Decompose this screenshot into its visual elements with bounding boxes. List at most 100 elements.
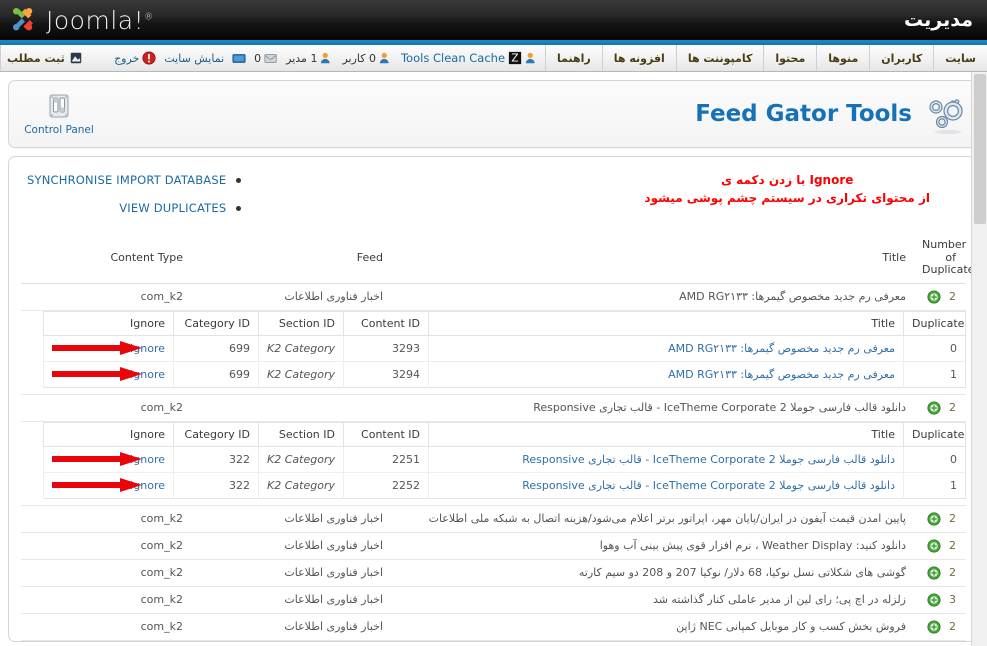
ignore-link[interactable]: Ignore <box>130 342 165 355</box>
cell-duplicate-count: 2 <box>914 613 966 641</box>
cell-section-id: K2 Category <box>258 361 344 388</box>
cell-section-id: K2 Category <box>258 335 344 362</box>
cell-title: دانلود کنید: Weather Display ، نرم افزار… <box>391 532 914 560</box>
svg-text:Z: Z <box>511 53 518 65</box>
duplicate-count-value: 3 <box>949 593 956 607</box>
user-orange-icon <box>379 52 389 64</box>
page-scrollbar[interactable] <box>971 72 987 646</box>
cell-feed: اخبار فناوری اطلاعات <box>191 283 391 311</box>
ignore-notice-line1: Ignore با زدن دکمه ی <box>644 171 930 189</box>
expand-plus-icon[interactable] <box>927 593 941 607</box>
cell-ignore[interactable]: Ignore <box>43 472 174 499</box>
cell-detail-title[interactable]: دانلود قالب فارسی جوملا IceTheme Corpora… <box>428 472 904 499</box>
detail-title-link[interactable]: معرفی رم جدید مخصوص گیمرها: AMD RG۲۱۳۳ <box>668 368 895 381</box>
th-duplicate: Duplicate <box>903 311 966 336</box>
menu-item-site[interactable]: سایت <box>933 45 987 71</box>
expand-plus-icon[interactable] <box>927 512 941 526</box>
ignore-link[interactable]: Ignore <box>130 479 165 492</box>
users-count-item: 0 کاربر <box>340 51 395 65</box>
th-section-id: Section ID <box>258 311 344 336</box>
expand-plus-icon[interactable] <box>927 620 941 634</box>
cell-detail-title[interactable]: معرفی رم جدید مخصوص گیمرها: AMD RG۲۱۳۳ <box>428 361 904 388</box>
cell-content-id: 3294 <box>343 361 429 388</box>
synchronise-import-database-link[interactable]: SYNCHRONISE IMPORT DATABASE <box>27 171 241 199</box>
menu-item-extensions[interactable]: افزونه ها <box>601 45 676 71</box>
detail-row: Ignore 699 K2 Category 3293 معرفی رم جدی… <box>43 335 966 362</box>
table-row: com_k2 اخبار فناوری اطلاعات فروش بخش کسب و… <box>21 613 966 641</box>
cell-ignore[interactable]: Ignore <box>43 446 174 473</box>
messages-count-label: 0 <box>254 51 262 65</box>
messages-item[interactable]: 0 <box>252 51 280 65</box>
control-panel-button[interactable]: Control Panel <box>21 93 97 136</box>
view-duplicates-link[interactable]: VIEW DUPLICATES <box>27 199 241 227</box>
scrollbar-thumb[interactable] <box>974 74 986 224</box>
detail-row: Ignore 322 K2 Category 2251 دانلود قالب … <box>43 446 966 473</box>
duplicate-count-value: 2 <box>949 512 956 526</box>
detail-title-link[interactable]: معرفی رم جدید مخصوص گیمرها: AMD RG۲۱۳۳ <box>668 342 895 355</box>
cell-feed <box>191 394 391 422</box>
preview-site-label[interactable]: نمایش سایت <box>164 52 224 65</box>
cell-duplicate-index: 1 <box>903 472 966 499</box>
cell-detail-title[interactable]: دانلود قالب فارسی جوملا IceTheme Corpora… <box>428 446 904 473</box>
preview-site-item[interactable]: نمایش سایت <box>162 52 226 65</box>
post-article-button[interactable]: ثبت مطلب <box>0 45 91 71</box>
tools-clean-cache-item[interactable]: Z Tools Clean Cache <box>399 51 541 65</box>
page-body: Control Panel Feed Gator Tools SYNCHRONI… <box>0 72 987 646</box>
table-row: com_k2 اخبار فناوری اطلاعات گوشی های شکلات… <box>21 559 966 587</box>
th-detail-title: Title <box>428 422 904 447</box>
ignore-link[interactable]: Ignore <box>130 453 165 466</box>
cell-detail-title[interactable]: معرفی رم جدید مخصوص گیمرها: AMD RG۲۱۳۳ <box>428 335 904 362</box>
logout-label[interactable]: خروج <box>114 52 139 65</box>
post-article-label[interactable]: ثبت مطلب <box>7 52 65 65</box>
expand-plus-icon[interactable] <box>927 401 941 415</box>
cell-ignore[interactable]: Ignore <box>43 335 174 362</box>
menu-item-menus[interactable]: منوها <box>816 45 869 71</box>
notice-row: SYNCHRONISE IMPORT DATABASE VIEW DUPLICA… <box>21 167 966 233</box>
detail-title-link[interactable]: دانلود قالب فارسی جوملا IceTheme Corpora… <box>522 453 895 466</box>
menu-item-help[interactable]: راهنما <box>545 45 602 71</box>
cell-duplicate-count: 2 <box>914 394 966 422</box>
expand-plus-icon[interactable] <box>927 290 941 304</box>
detail-table: Ignore Category ID Section ID Content ID… <box>43 310 966 388</box>
expand-plus-icon[interactable] <box>927 539 941 553</box>
control-panel-label[interactable]: Control Panel <box>24 124 94 136</box>
th-dup-line2: Duplicates <box>922 263 979 277</box>
tools-clean-cache-label[interactable]: Tools Clean Cache <box>401 51 505 65</box>
page-title-wrap: Feed Gator Tools <box>695 91 968 137</box>
cell-duplicate-index: 0 <box>903 335 966 362</box>
table-row: com_k2 اخبار فناوری اطلاعات دانلود کنید: W… <box>21 532 966 560</box>
th-number-of-duplicates: Number of Duplicates <box>914 233 979 284</box>
content-panel: SYNCHRONISE IMPORT DATABASE VIEW DUPLICA… <box>8 156 979 642</box>
detail-row-container: Ignore Category ID Section ID Content ID… <box>21 310 966 395</box>
menu-item-components[interactable]: کامپوننت ها <box>675 45 764 71</box>
cell-content-type: com_k2 <box>21 394 191 422</box>
ignore-link[interactable]: Ignore <box>130 368 165 381</box>
cell-content-id: 2252 <box>343 472 429 499</box>
th-duplicate: Duplicate <box>903 422 966 447</box>
cell-duplicate-index: 0 <box>903 446 966 473</box>
logout-item[interactable]: خروج <box>112 51 158 65</box>
th-dup-line1: Number of <box>922 238 967 264</box>
detail-row: Ignore 699 K2 Category 3294 معرفی رم جدی… <box>43 361 966 388</box>
th-title: Title <box>391 233 914 284</box>
menu-item-users[interactable]: کاربران <box>869 45 933 71</box>
cell-ignore[interactable]: Ignore <box>43 361 174 388</box>
detail-title-link[interactable]: دانلود قالب فارسی جوملا IceTheme Corpora… <box>522 479 895 492</box>
cell-duplicate-count: 2 <box>914 505 966 533</box>
th-ignore: Ignore <box>43 422 174 447</box>
cell-feed: اخبار فناوری اطلاعات <box>191 505 391 533</box>
actions-list: SYNCHRONISE IMPORT DATABASE VIEW DUPLICA… <box>27 171 249 227</box>
cell-title: گوشی های شکلاتی نسل نوکیا، 68 دلار/ نوکی… <box>391 559 914 587</box>
envelope-item[interactable] <box>230 51 248 65</box>
cell-title: دانلود قالب فارسی جوملا IceTheme Corpora… <box>391 394 914 422</box>
users-count-label: 0 کاربر <box>342 51 376 65</box>
inbox-icon <box>264 54 277 63</box>
expand-plus-icon[interactable] <box>927 566 941 580</box>
table-row: com_k2 اخبار فناوری اطلاعات معرفی رم جدید … <box>21 283 966 311</box>
cell-duplicate-count: 2 <box>914 559 966 587</box>
duplicates-header-row: Content Type Feed Title Number of Duplic… <box>21 233 979 284</box>
cell-content-type: com_k2 <box>21 283 191 311</box>
cell-duplicate-count: 2 <box>914 532 966 560</box>
menu-item-content[interactable]: محتوا <box>763 45 816 71</box>
logout-icon <box>142 51 156 65</box>
